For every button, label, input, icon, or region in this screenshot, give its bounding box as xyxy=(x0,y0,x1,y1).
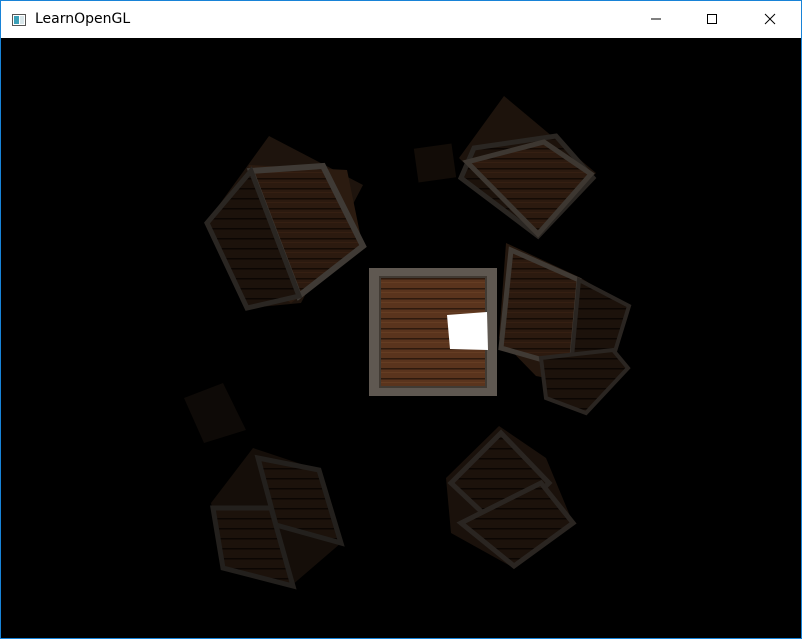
close-icon xyxy=(764,10,776,29)
maximize-button[interactable] xyxy=(689,1,735,38)
maximize-icon xyxy=(706,10,718,29)
crate-bottom-right xyxy=(446,426,577,570)
render-viewport[interactable] xyxy=(1,38,801,638)
minimize-icon xyxy=(650,10,662,29)
close-button[interactable] xyxy=(747,1,793,38)
crate-bottom-left xyxy=(210,448,345,590)
light-cube xyxy=(447,312,488,350)
minimize-button[interactable] xyxy=(633,1,679,38)
crate-right xyxy=(498,243,632,416)
app-icon xyxy=(12,12,26,26)
window-title: LearnOpenGL xyxy=(35,11,131,27)
title-bar[interactable]: LearnOpenGL xyxy=(1,1,801,38)
app-window: LearnOpenGL xyxy=(0,0,802,639)
crate-far-left xyxy=(184,383,246,443)
crate-small-top xyxy=(413,143,457,183)
crate-top-right xyxy=(457,96,597,240)
crate-top-left xyxy=(204,136,367,311)
scene-canvas xyxy=(184,96,632,590)
